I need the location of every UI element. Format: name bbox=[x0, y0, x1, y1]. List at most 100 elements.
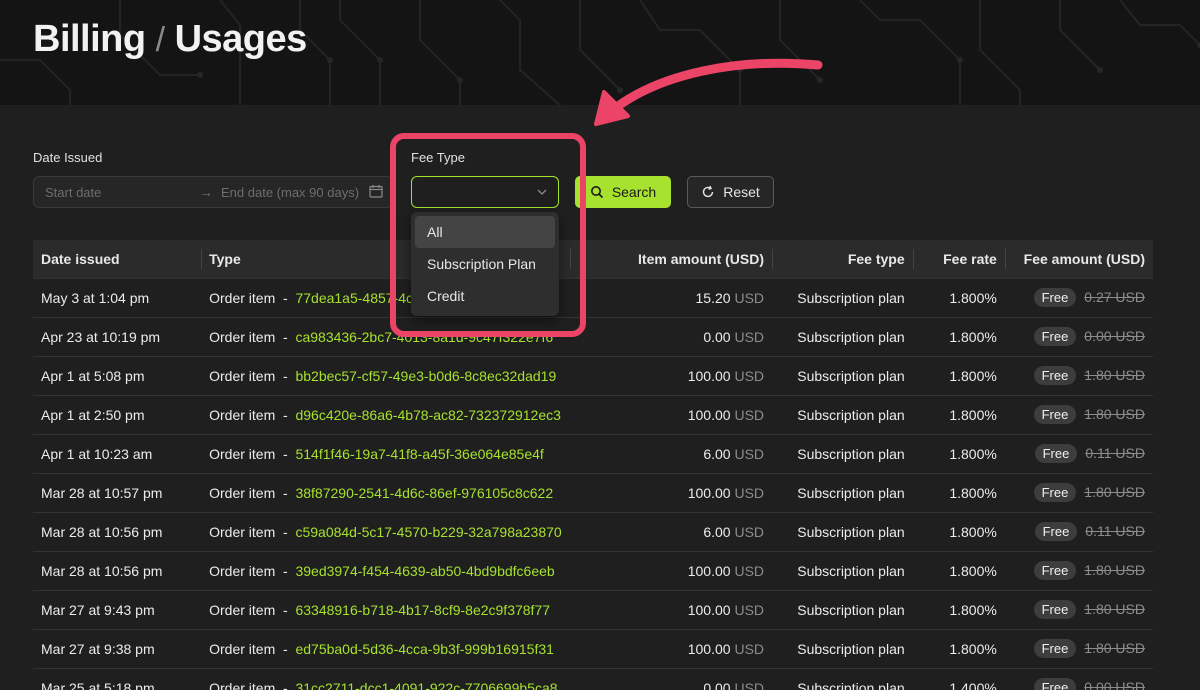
cell-fee-rate: 1.800% bbox=[949, 445, 997, 462]
cell-fee-rate: 1.800% bbox=[949, 640, 997, 657]
cell-fee-amount: Free 0.11 USD bbox=[1005, 434, 1153, 473]
breadcrumb-separator: / bbox=[155, 21, 165, 59]
order-item-link[interactable]: d96c420e-86a6-4b78-ac82-732372912ec3 bbox=[295, 407, 560, 423]
search-icon bbox=[590, 186, 603, 199]
date-range-picker[interactable]: Start date → End date (max 90 days) bbox=[33, 176, 393, 208]
column-header-date[interactable]: Date issued bbox=[33, 240, 201, 278]
amount-unit: USD bbox=[734, 679, 765, 690]
cell-type: Order item - ed75ba0d-5d36-4cca-9b3f-999… bbox=[209, 640, 554, 657]
cell-type: Order item - 514f1f46-19a7-41f8-a45f-36e… bbox=[209, 445, 544, 462]
order-item-link[interactable]: 514f1f46-19a7-41f8-a45f-36e064e85e4f bbox=[295, 446, 543, 462]
table-row[interactable]: Apr 1 at 10:23 am Order item - 514f1f46-1… bbox=[33, 434, 1153, 473]
amount-value: 100.00 bbox=[687, 367, 731, 384]
cell-item-amount: 100.00 USD bbox=[570, 590, 772, 629]
amount-value: 100.00 bbox=[687, 640, 731, 657]
cell-fee-rate: 1.800% bbox=[949, 289, 997, 306]
cell-item-amount: 6.00 USD bbox=[570, 434, 772, 473]
free-badge: Free bbox=[1033, 366, 1077, 385]
amount-unit: USD bbox=[734, 640, 765, 657]
type-label: Order item bbox=[209, 328, 276, 345]
cell-date: Apr 1 at 2:50 pm bbox=[41, 406, 145, 423]
cell-item-amount: 100.00 USD bbox=[570, 473, 772, 512]
order-item-link[interactable]: c59a084d-5c17-4570-b229-32a798a23870 bbox=[295, 524, 561, 540]
cell-date: Mar 28 at 10:56 pm bbox=[41, 523, 163, 540]
reset-icon bbox=[703, 185, 714, 198]
table-row[interactable]: Mar 28 at 10:57 pm Order item - 38f87290-… bbox=[33, 473, 1153, 512]
order-item-link[interactable]: ed75ba0d-5d36-4cca-9b3f-999b16915f31 bbox=[295, 641, 553, 657]
original-fee-amount: 0.00 USD bbox=[1084, 679, 1145, 690]
cell-fee-type: Subscription plan bbox=[797, 562, 905, 579]
cell-fee-type: Subscription plan bbox=[797, 523, 905, 540]
original-fee-amount: 1.80 USD bbox=[1084, 406, 1145, 422]
calendar-icon[interactable] bbox=[369, 184, 383, 198]
table-row[interactable]: Apr 1 at 2:50 pm Order item - d96c420e-86… bbox=[33, 395, 1153, 434]
cell-type: Order item - 31cc2711-dcc1-4091-922c-770… bbox=[201, 668, 570, 690]
table-row[interactable]: Apr 23 at 10:19 pm Order item - ca983436-… bbox=[33, 317, 1153, 356]
column-header-item-amount[interactable]: Item amount (USD) bbox=[569, 240, 772, 278]
amount-unit: USD bbox=[734, 523, 765, 540]
arrow-right-icon: → bbox=[199, 184, 213, 200]
search-button-label: Search bbox=[611, 184, 657, 200]
order-item-link[interactable]: 31cc2711-dcc1-4091-922c-7706699b5ca8 bbox=[295, 680, 557, 690]
usages-table: Date issued Type Item amount (USD) Fee t… bbox=[33, 240, 1153, 690]
type-label: Order item bbox=[209, 406, 276, 423]
original-fee-amount: 0.11 USD bbox=[1085, 445, 1145, 461]
table-row[interactable]: Mar 27 at 9:38 pm Order item - ed75ba0d-5… bbox=[33, 629, 1153, 668]
cell-fee-rate: 1.800% bbox=[949, 601, 997, 618]
table-row[interactable]: Mar 27 at 9:43 pm Order item - 63348916-b… bbox=[33, 590, 1153, 629]
column-header-fee-amount[interactable]: Fee amount (USD) bbox=[1004, 240, 1153, 278]
table-header-row: Date issued Type Item amount (USD) Fee t… bbox=[33, 240, 1153, 278]
cell-fee-amount: Free 1.80 USD bbox=[1005, 629, 1153, 668]
amount-value: 100.00 bbox=[687, 484, 731, 501]
amount-value: 100.00 bbox=[687, 406, 731, 423]
cell-fee-type: Subscription plan bbox=[797, 640, 905, 657]
order-item-link[interactable]: bb2bec57-cf57-49e3-b0d6-8c8ec32dad19 bbox=[295, 368, 556, 384]
cell-item-amount: 100.00 USD bbox=[570, 629, 772, 668]
column-header-fee-type[interactable]: Fee type bbox=[772, 240, 913, 278]
cell-item-amount: 0.00 USD bbox=[570, 317, 772, 356]
reset-button-label: Reset bbox=[723, 184, 760, 200]
start-date-input[interactable]: Start date bbox=[45, 185, 101, 200]
amount-value: 6.00 bbox=[703, 523, 731, 540]
cell-fee-amount: Free 0.27 USD bbox=[1005, 278, 1153, 317]
cell-fee-amount: Free 1.80 USD bbox=[1005, 356, 1153, 395]
order-item-link[interactable]: 63348916-b718-4b17-8cf9-8e2c9f378f77 bbox=[295, 602, 550, 618]
type-label: Order item bbox=[209, 367, 276, 384]
table-row[interactable]: Mar 28 at 10:56 pm Order item - c59a084d-… bbox=[33, 512, 1153, 551]
cell-fee-amount: Free 0.00 USD bbox=[1005, 668, 1153, 690]
amount-value: 0.00 bbox=[703, 328, 731, 345]
breadcrumb-billing[interactable]: Billing bbox=[33, 18, 146, 61]
cell-fee-type: Subscription plan bbox=[797, 367, 905, 384]
table-row[interactable]: Apr 1 at 5:08 pm Order item - bb2bec57-cf… bbox=[33, 356, 1153, 395]
free-badge: Free bbox=[1033, 288, 1077, 307]
original-fee-amount: 0.27 USD bbox=[1084, 289, 1145, 305]
type-label: Order item bbox=[209, 679, 276, 690]
reset-button[interactable]: Reset bbox=[687, 176, 774, 208]
cell-fee-rate: 1.800% bbox=[949, 562, 997, 579]
table-row[interactable]: May 3 at 1:04 pmOrder item - 77dea1a5-48… bbox=[33, 278, 1153, 317]
original-fee-amount: 0.11 USD bbox=[1085, 523, 1145, 539]
type-label: Order item bbox=[209, 484, 276, 501]
column-header-fee-rate[interactable]: Fee rate bbox=[912, 240, 1005, 278]
order-item-link[interactable]: 39ed3974-f454-4639-ab50-4bd9bdfc6eeb bbox=[295, 563, 554, 579]
type-label: Order item bbox=[209, 640, 276, 657]
amount-unit: USD bbox=[734, 562, 765, 579]
free-badge: Free bbox=[1033, 327, 1077, 346]
cell-fee-type: Subscription plan bbox=[797, 289, 905, 306]
cell-fee-rate: 1.800% bbox=[949, 523, 997, 540]
type-label: Order item bbox=[209, 523, 276, 540]
cell-fee-rate: 1.800% bbox=[949, 367, 997, 384]
order-item-link[interactable]: 38f87290-2541-4d6c-86ef-976105c8c622 bbox=[295, 485, 553, 501]
cell-fee-type: Subscription plan bbox=[797, 601, 905, 618]
amount-unit: USD bbox=[734, 367, 765, 384]
table-row[interactable]: Mar 25 at 5:18 pm Order item - 31cc2711-d… bbox=[33, 668, 1153, 690]
table-row[interactable]: Mar 28 at 10:56 pm Order item - 39ed3974-… bbox=[33, 551, 1153, 590]
amount-unit: USD bbox=[734, 484, 765, 501]
end-date-input[interactable]: End date (max 90 days) bbox=[221, 185, 359, 200]
cell-fee-amount: Free 0.11 USD bbox=[1005, 512, 1153, 551]
original-fee-amount: 1.80 USD bbox=[1084, 484, 1145, 500]
cell-fee-type: Subscription plan bbox=[797, 679, 905, 690]
cell-fee-rate: 1.800% bbox=[949, 406, 997, 423]
cell-date: Apr 1 at 5:08 pm bbox=[41, 367, 145, 384]
search-button[interactable]: Search bbox=[575, 176, 671, 208]
